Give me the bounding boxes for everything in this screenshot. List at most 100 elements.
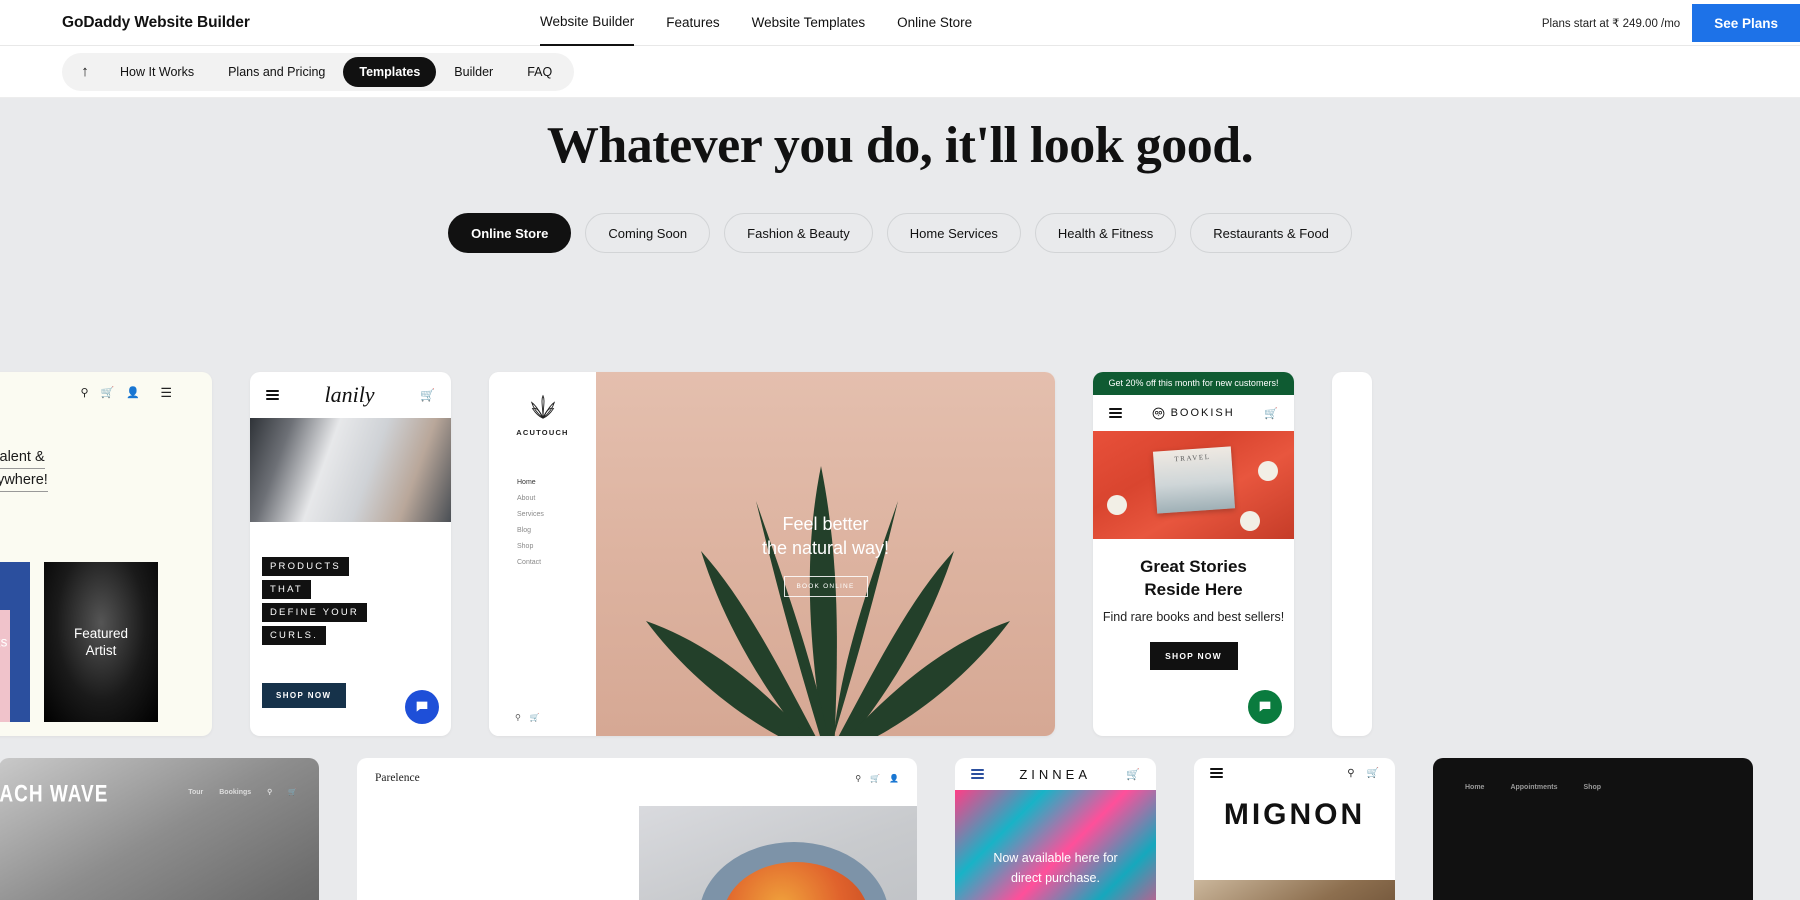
cart-icon[interactable]: 🛒 bbox=[1264, 407, 1278, 420]
category-pill-coming-soon[interactable]: Coming Soon bbox=[585, 213, 711, 253]
acutouch-nav-home[interactable]: Home bbox=[517, 479, 596, 486]
site-brand-logo[interactable]: GoDaddy Website Builder bbox=[62, 14, 250, 32]
bookish-headline: Great Stories Reside Here bbox=[1093, 555, 1294, 601]
arrow-up-icon[interactable]: ↑ bbox=[68, 55, 102, 89]
template-card-art-prints[interactable]: ⚲ 🛒 👤 ☰ ing incredible talent & ng artis… bbox=[0, 372, 212, 736]
search-icon[interactable]: ⚲ bbox=[267, 788, 272, 796]
acutouch-book-online-button[interactable]: BOOK ONLINE bbox=[783, 576, 868, 597]
rose-decoration bbox=[1240, 511, 1260, 531]
category-pill-restaurants-food[interactable]: Restaurants & Food bbox=[1190, 213, 1352, 253]
zinnea-caption-line-2: direct purchase. bbox=[1011, 871, 1100, 885]
template-card-mignon[interactable]: ⚲ 🛒 MIGNON bbox=[1194, 758, 1395, 900]
acutouch-logo-text: ACUTOUCH bbox=[516, 428, 569, 437]
acutouch-nav-shop[interactable]: Shop bbox=[517, 543, 596, 550]
nav-link-features[interactable]: Features bbox=[666, 0, 719, 46]
travel-book-title: TRAVEL bbox=[1173, 452, 1211, 464]
zinnea-caption-line-1: Now available here for bbox=[993, 851, 1118, 865]
search-icon[interactable]: ⚲ bbox=[515, 713, 521, 722]
lanily-hero-image bbox=[250, 418, 451, 522]
template-card-partial-right[interactable] bbox=[1332, 372, 1372, 736]
template-card-beach-wave[interactable]: BEACH WAVE Tour Bookings ⚲ 🛒 bbox=[0, 758, 319, 900]
acutouch-caption-line-2: the natural way! bbox=[761, 538, 890, 558]
category-pill-health-fitness[interactable]: Health & Fitness bbox=[1034, 213, 1177, 253]
beachwave-nav-tour[interactable]: Tour bbox=[188, 789, 203, 796]
user-icon[interactable]: 👤 bbox=[126, 386, 140, 399]
acutouch-logo-block: ACUTOUCH bbox=[489, 394, 596, 437]
mignon-logo: MIGNON bbox=[1223, 798, 1366, 831]
acutouch-nav-about[interactable]: About bbox=[517, 495, 596, 502]
hamburger-menu-icon[interactable]: ☰ bbox=[160, 385, 172, 401]
chat-bubble-icon[interactable] bbox=[1248, 690, 1282, 724]
bookish-promo-banner: Get 20% off this month for new customers… bbox=[1093, 372, 1294, 395]
category-pill-home-services[interactable]: Home Services bbox=[886, 213, 1021, 253]
cart-icon[interactable]: 🛒 bbox=[420, 388, 435, 402]
hamburger-menu-icon[interactable] bbox=[971, 767, 984, 781]
acutouch-nav-contact[interactable]: Contact bbox=[517, 559, 596, 566]
lanily-shop-now-button[interactable]: SHOP NOW bbox=[262, 683, 346, 708]
category-pill-fashion-beauty[interactable]: Fashion & Beauty bbox=[724, 213, 873, 253]
beachwave-nav-bookings[interactable]: Bookings bbox=[219, 789, 251, 796]
art-card-headline: ing incredible talent & ng artists every… bbox=[0, 446, 48, 492]
acutouch-caption-line-1: Feel better bbox=[782, 514, 869, 534]
template-card-lanily[interactable]: lanily 🛒 PRODUCTS THAT DEFINE YOUR CURLS… bbox=[250, 372, 451, 736]
page-title: Whatever you do, it'll look good. bbox=[546, 117, 1254, 174]
lanily-line-4: CURLS. bbox=[262, 626, 327, 645]
cart-icon[interactable]: 🛒 bbox=[101, 386, 115, 399]
primary-nav-links: Website Builder Features Website Templat… bbox=[540, 0, 972, 46]
cart-icon[interactable]: 🛒 bbox=[1367, 768, 1379, 779]
hamburger-menu-icon[interactable] bbox=[1210, 766, 1223, 780]
lanily-line-1: PRODUCTS bbox=[262, 557, 349, 576]
category-pill-online-store[interactable]: Online Store bbox=[448, 213, 572, 253]
subnav-item-plans-and-pricing[interactable]: Plans and Pricing bbox=[212, 57, 341, 87]
art-thumb-featured-artist[interactable]: Featured Artist bbox=[44, 562, 158, 722]
template-card-acutouch[interactable]: ACUTOUCH Home About Services Blog Shop C… bbox=[489, 372, 1055, 736]
dark-nav-appointments[interactable]: Appointments bbox=[1510, 784, 1557, 791]
template-card-parelence[interactable]: Parelence ⚲ 🛒 👤 bbox=[357, 758, 917, 900]
acutouch-sidebar: ACUTOUCH Home About Services Blog Shop C… bbox=[489, 372, 596, 736]
acutouch-nav-blog[interactable]: Blog bbox=[517, 527, 596, 534]
search-icon[interactable]: ⚲ bbox=[1347, 768, 1354, 779]
bookish-headline-line-2: Reside Here bbox=[1144, 580, 1243, 599]
dark-card-nav: Home Appointments Shop bbox=[1465, 784, 1601, 791]
template-card-dark-appointments[interactable]: Home Appointments Shop bbox=[1433, 758, 1753, 900]
zinnea-header: ZINNEA 🛒 bbox=[955, 758, 1156, 790]
bookish-hero-image: TRAVEL bbox=[1093, 431, 1294, 539]
art-card-thumbnails: Prints WORLD PEACE SOUNDS LIKEA DIY PROJ… bbox=[0, 562, 158, 722]
cart-icon[interactable]: 🛒 bbox=[530, 713, 540, 722]
art-thumb-new-works-label: New Works bbox=[0, 634, 8, 650]
mignon-hero-image bbox=[1194, 880, 1395, 900]
nav-link-website-templates[interactable]: Website Templates bbox=[752, 0, 866, 46]
templates-hero-section: Whatever you do, it'll look good. Online… bbox=[0, 98, 1800, 900]
search-icon[interactable]: ⚲ bbox=[81, 386, 89, 399]
nav-link-website-builder[interactable]: Website Builder bbox=[540, 0, 635, 46]
secondary-navigation-bar: ↑ How It Works Plans and Pricing Templat… bbox=[0, 46, 1800, 98]
acutouch-nav-services[interactable]: Services bbox=[517, 511, 596, 518]
subnav-item-how-it-works[interactable]: How It Works bbox=[104, 57, 210, 87]
template-card-zinnea[interactable]: ZINNEA 🛒 Now available here for direct p… bbox=[955, 758, 1156, 900]
template-card-bookish[interactable]: Get 20% off this month for new customers… bbox=[1093, 372, 1294, 736]
dark-nav-home[interactable]: Home bbox=[1465, 784, 1484, 791]
search-icon[interactable]: ⚲ bbox=[855, 774, 861, 783]
art-headline-line-2: ng artists everywhere! bbox=[0, 469, 48, 492]
art-poster-graphic: WORLD PEACE SOUNDS LIKEA DIY PROJECT Loe… bbox=[0, 610, 10, 722]
bookish-header: BOOKISH 🛒 bbox=[1093, 395, 1294, 431]
pricing-note: Plans start at ₹ 249.00 /mo bbox=[1541, 18, 1681, 30]
subnav-item-faq[interactable]: FAQ bbox=[511, 57, 568, 87]
hamburger-menu-icon[interactable] bbox=[266, 388, 279, 402]
zinnea-logo: ZINNEA bbox=[1019, 766, 1091, 782]
see-plans-button[interactable]: See Plans bbox=[1692, 4, 1800, 42]
bookish-shop-now-button[interactable]: SHOP NOW bbox=[1149, 642, 1238, 670]
chat-bubble-icon[interactable] bbox=[405, 690, 439, 724]
dark-nav-shop[interactable]: Shop bbox=[1584, 784, 1602, 791]
art-thumb-new-works[interactable]: WORLD PEACE SOUNDS LIKEA DIY PROJECT Loe… bbox=[0, 562, 30, 722]
subnav-item-builder[interactable]: Builder bbox=[438, 57, 509, 87]
subnav-item-templates[interactable]: Templates bbox=[343, 56, 437, 87]
hamburger-menu-icon[interactable] bbox=[1109, 406, 1122, 420]
user-icon[interactable]: 👤 bbox=[889, 774, 899, 783]
nav-link-online-store[interactable]: Online Store bbox=[897, 0, 972, 46]
lanily-line-2: THAT bbox=[262, 580, 311, 599]
beachwave-nav: Tour Bookings ⚲ 🛒 bbox=[188, 788, 297, 797]
cart-icon[interactable]: 🛒 bbox=[870, 774, 880, 783]
cart-icon[interactable]: 🛒 bbox=[288, 788, 297, 796]
cart-icon[interactable]: 🛒 bbox=[1126, 768, 1140, 781]
